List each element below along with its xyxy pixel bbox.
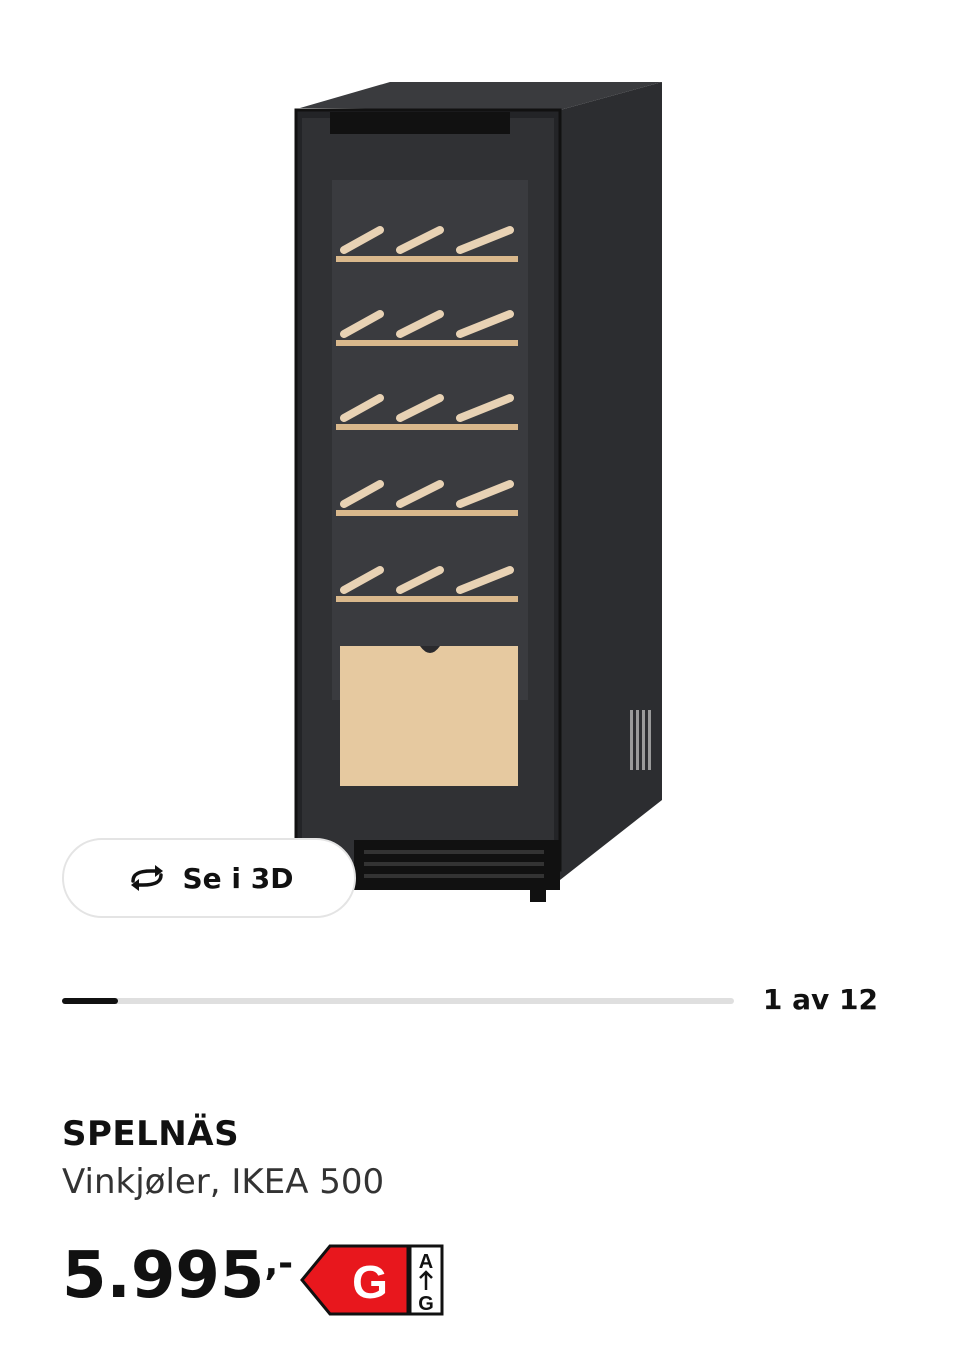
price-suffix: ,-	[264, 1243, 294, 1284]
rotate-3d-icon	[125, 863, 169, 893]
image-counter: 1 av 12	[762, 983, 878, 1016]
gallery-progress-fill	[62, 998, 118, 1004]
gallery-progress-bar	[62, 998, 734, 1004]
wine-cooler-product-image[interactable]	[270, 70, 690, 930]
product-image-gallery[interactable]: Se i 3D	[0, 0, 960, 960]
product-description: Vinkjøler, IKEA 500	[62, 1162, 385, 1202]
energy-class-letter: G	[352, 1256, 388, 1308]
price-amount: 5.995	[62, 1239, 265, 1313]
view-in-3d-label: Se i 3D	[182, 861, 294, 895]
view-in-3d-button[interactable]: Se i 3D	[62, 838, 356, 918]
energy-scale-bottom: G	[418, 1293, 434, 1315]
energy-scale-top: A	[419, 1251, 433, 1273]
energy-label[interactable]: G A G	[300, 1244, 446, 1316]
product-price: 5.995,-	[62, 1244, 293, 1308]
product-name: SPELNÄS	[62, 1114, 240, 1154]
